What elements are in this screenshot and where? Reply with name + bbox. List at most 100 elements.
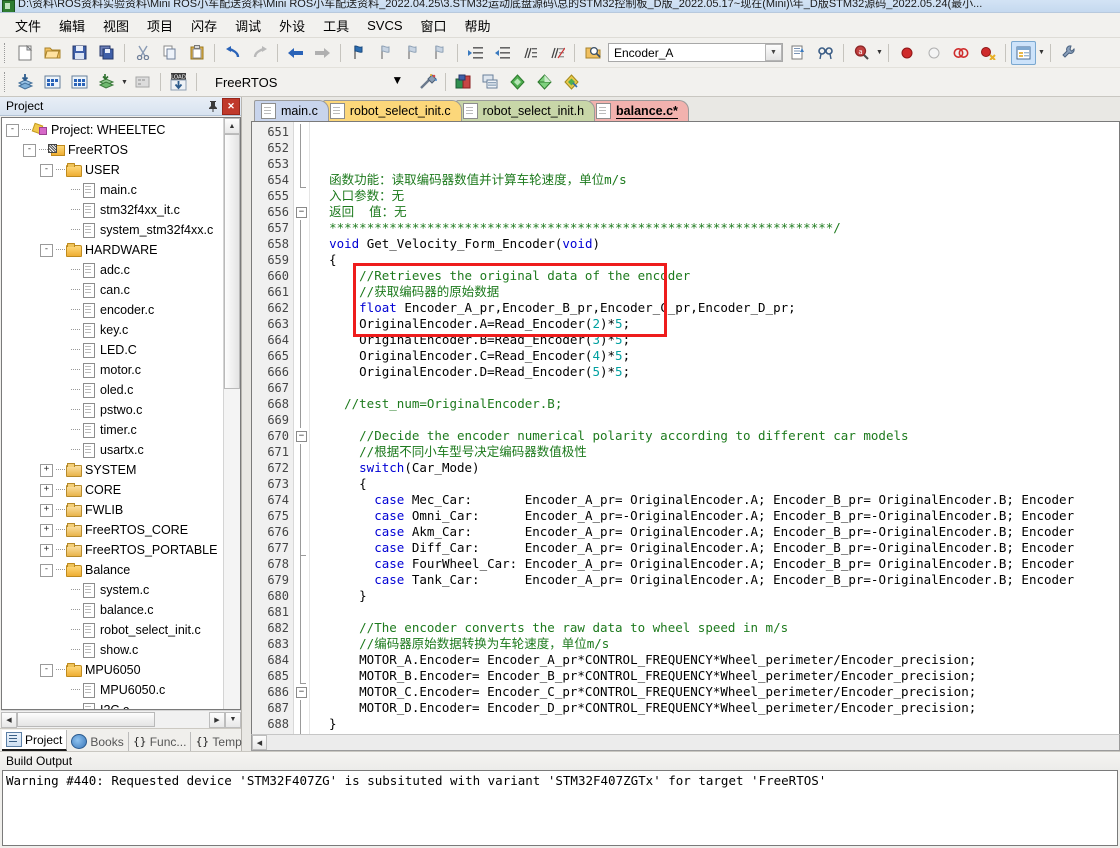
fold-collapse-icon[interactable]: −: [296, 431, 307, 442]
project-tab-project[interactable]: Project: [2, 730, 68, 751]
menu-item-0[interactable]: 文件: [6, 14, 50, 37]
menu-item-10[interactable]: 帮助: [456, 14, 500, 37]
navigate-back-button[interactable]: [283, 41, 308, 65]
menu-item-9[interactable]: 窗口: [412, 14, 456, 37]
manage-runtime-env-button[interactable]: [505, 70, 530, 94]
scroll-left-button[interactable]: ◀: [1, 711, 17, 728]
indent-button[interactable]: [463, 41, 488, 65]
tree-item[interactable]: motor.c: [2, 360, 223, 380]
tree-item[interactable]: pstwo.c: [2, 400, 223, 420]
tree-item[interactable]: + CORE: [2, 480, 223, 500]
tree-item[interactable]: + FreeRTOS_PORTABLE: [2, 540, 223, 560]
editor-tab-0[interactable]: main.c: [254, 100, 329, 121]
scroll-up-button[interactable]: ▲: [224, 118, 240, 134]
fold-marker[interactable]: −: [294, 204, 309, 220]
symbol-combo[interactable]: Encoder_A ▼: [608, 43, 783, 62]
redo-button[interactable]: [247, 41, 272, 65]
menu-item-5[interactable]: 调试: [226, 14, 270, 37]
save-all-button[interactable]: [94, 41, 119, 65]
scroll-down-button[interactable]: ▼: [225, 711, 241, 728]
target-combo-chevron-icon[interactable]: ▼: [391, 73, 410, 92]
expand-icon[interactable]: +: [40, 523, 53, 537]
breakpoint-kill-all-button[interactable]: [948, 41, 973, 65]
bookmark-prev-button[interactable]: [373, 41, 398, 65]
project-tab-books[interactable]: Books: [67, 732, 129, 751]
collapse-icon[interactable]: -: [40, 163, 53, 177]
tree-item[interactable]: stm32f4xx_it.c: [2, 200, 223, 220]
batch-build-caret[interactable]: ▼: [120, 71, 129, 93]
bookmark-clear-button[interactable]: [427, 41, 452, 65]
editor-hscrollbar[interactable]: ◀: [251, 734, 1120, 751]
manage-windows-button[interactable]: [1011, 40, 1036, 65]
find-button[interactable]: a: [849, 41, 874, 65]
insert-file-button[interactable]: [786, 41, 811, 65]
fold-collapse-icon[interactable]: −: [296, 207, 307, 218]
manage-windows-caret[interactable]: ▼: [1037, 42, 1046, 64]
tree-item[interactable]: system.c: [2, 580, 223, 600]
tree-item[interactable]: + FWLIB: [2, 500, 223, 520]
editor-tab-1[interactable]: robot_select_init.c: [322, 100, 462, 121]
bookmark-next-button[interactable]: [400, 41, 425, 65]
bookmark-toggle-button[interactable]: [346, 41, 371, 65]
project-tree-vscrollbar[interactable]: ▲: [223, 118, 240, 709]
save-button[interactable]: [67, 41, 92, 65]
tree-item[interactable]: robot_select_init.c: [2, 620, 223, 640]
menu-item-6[interactable]: 外设: [270, 14, 314, 37]
tree-item[interactable]: - Balance: [2, 560, 223, 580]
collapse-icon[interactable]: -: [40, 243, 53, 257]
expand-icon[interactable]: +: [40, 503, 53, 517]
tree-item[interactable]: - FreeRTOS: [2, 140, 223, 160]
collapse-icon[interactable]: -: [6, 123, 19, 137]
editor-tab-3[interactable]: balance.c*: [589, 100, 689, 121]
undo-button[interactable]: [220, 41, 245, 65]
tree-item[interactable]: show.c: [2, 640, 223, 660]
collapse-icon[interactable]: -: [23, 143, 36, 157]
close-icon[interactable]: ✕: [222, 97, 240, 115]
fold-marker[interactable]: −: [294, 428, 309, 444]
toolbar-grip[interactable]: [4, 42, 8, 63]
tree-item[interactable]: + SYSTEM: [2, 460, 223, 480]
expand-icon[interactable]: +: [40, 463, 53, 477]
download-button[interactable]: LOAD: [166, 70, 191, 94]
target-options-button[interactable]: [451, 70, 476, 94]
tree-item[interactable]: system_stm32f4xx.c: [2, 220, 223, 240]
editor-scroll-left-button[interactable]: ◀: [252, 735, 267, 750]
tree-item[interactable]: oled.c: [2, 380, 223, 400]
tree-item[interactable]: - HARDWARE: [2, 240, 223, 260]
start-debug-button[interactable]: [415, 70, 440, 94]
tree-item[interactable]: balance.c: [2, 600, 223, 620]
chevron-down-icon[interactable]: ▼: [765, 44, 782, 61]
editor-tab-2[interactable]: robot_select_init.h: [455, 100, 596, 121]
open-file-button[interactable]: [40, 41, 65, 65]
new-file-button[interactable]: [13, 41, 38, 65]
tree-item[interactable]: + FreeRTOS_CORE: [2, 520, 223, 540]
tree-item[interactable]: timer.c: [2, 420, 223, 440]
expand-icon[interactable]: +: [40, 543, 53, 557]
tree-item[interactable]: adc.c: [2, 260, 223, 280]
toolbar-grip[interactable]: [4, 72, 8, 92]
collapse-icon[interactable]: -: [40, 563, 53, 577]
menu-item-7[interactable]: 工具: [314, 14, 358, 37]
menu-item-3[interactable]: 项目: [138, 14, 182, 37]
software-packs-button[interactable]: [559, 70, 584, 94]
fold-marker[interactable]: −: [294, 684, 309, 700]
tree-item[interactable]: main.c: [2, 180, 223, 200]
menu-item-1[interactable]: 编辑: [50, 14, 94, 37]
expand-icon[interactable]: +: [40, 483, 53, 497]
comment-button[interactable]: [517, 41, 542, 65]
goto-definition-button[interactable]: [813, 41, 838, 65]
manage-project-items-button[interactable]: [478, 70, 503, 94]
configure-button[interactable]: [1056, 41, 1081, 65]
menu-item-2[interactable]: 视图: [94, 14, 138, 37]
hscroll-thumb[interactable]: [17, 712, 155, 727]
tree-item[interactable]: - Project: WHEELTEC: [2, 120, 223, 140]
tree-item[interactable]: usartx.c: [2, 440, 223, 460]
tree-item[interactable]: LED.C: [2, 340, 223, 360]
code-text-area[interactable]: 函数功能：读取编码器数值并计算车轮速度，单位m/s 入口参数：无 返回 值：无 …: [310, 122, 1119, 734]
tree-item[interactable]: can.c: [2, 280, 223, 300]
batch-build-button[interactable]: [94, 70, 119, 94]
tree-item[interactable]: key.c: [2, 320, 223, 340]
cut-button[interactable]: [130, 41, 155, 65]
navigate-forward-button[interactable]: [310, 41, 335, 65]
translate-button[interactable]: [13, 70, 38, 94]
